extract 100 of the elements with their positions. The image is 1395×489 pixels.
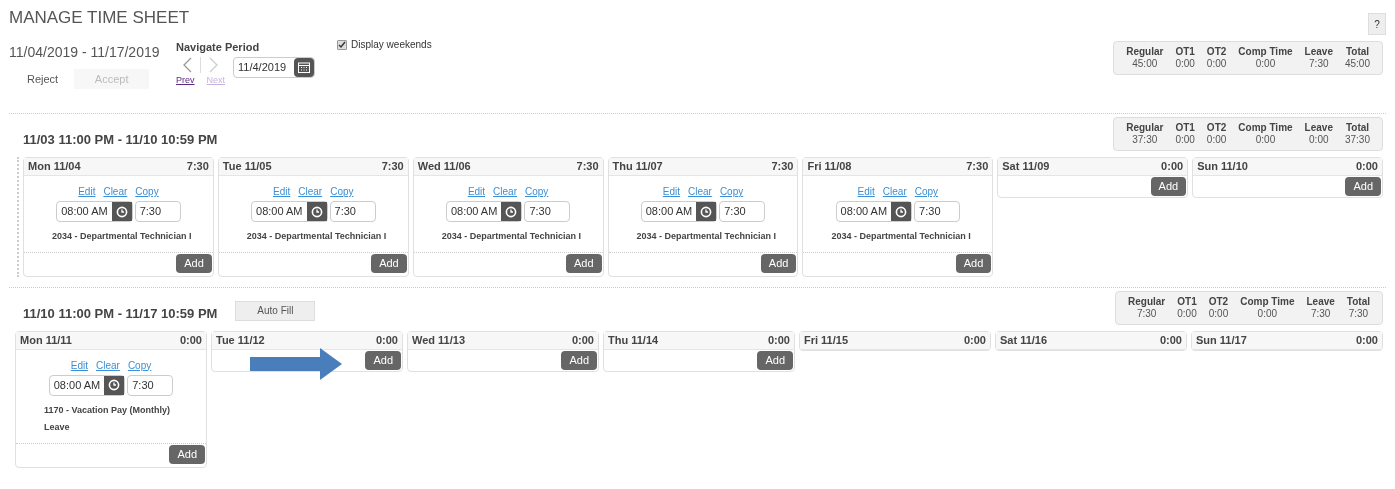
totals-value: 0:00: [1208, 307, 1229, 320]
day-label: Wed 11/13: [412, 332, 465, 348]
hours-field[interactable]: 7:30: [329, 201, 376, 222]
auto-fill-button[interactable]: Auto Fill: [235, 300, 316, 321]
day-label: Sat 11/09: [1002, 159, 1050, 175]
day-label: Thu 11/07: [612, 159, 663, 175]
totals-value: 37:30: [1344, 134, 1370, 146]
day-total: 7:30: [771, 159, 794, 175]
add-button[interactable]: Add: [169, 444, 205, 464]
hours-field[interactable]: 7:30: [134, 201, 181, 222]
add-button[interactable]: Add: [1150, 177, 1187, 196]
entry-link[interactable]: Copy: [135, 184, 159, 199]
day-total: 7:30: [186, 159, 209, 175]
totals-value: 7:30: [1309, 58, 1329, 70]
entry-link[interactable]: Copy: [719, 184, 744, 199]
totals-value: 45:00: [1132, 58, 1158, 70]
entry-detail: 2034 - Departmental Technician I: [441, 230, 582, 243]
totals-label: Leave: [1306, 295, 1335, 308]
add-button[interactable]: Add: [955, 253, 992, 273]
action-button[interactable]: Reject: [19, 69, 67, 89]
start-time-field[interactable]: 08:00 AM: [835, 201, 913, 222]
hours-field[interactable]: 7:30: [524, 201, 571, 222]
prev-link[interactable]: Prev: [176, 73, 195, 87]
add-button[interactable]: Add: [566, 253, 602, 273]
entry-link[interactable]: Edit: [70, 357, 88, 373]
day-label: Tue 11/12: [216, 332, 265, 348]
entry-link[interactable]: Edit: [662, 184, 680, 199]
add-button[interactable]: Add: [561, 350, 597, 370]
totals-label: Total: [1345, 46, 1370, 58]
day-label: Sun 11/10: [1197, 159, 1248, 175]
start-time-field[interactable]: 08:00 AM: [48, 374, 126, 396]
entry-link[interactable]: Clear: [298, 184, 323, 199]
day-total: 7:30: [576, 159, 599, 175]
entry-detail: 2034 - Departmental Technician I: [52, 230, 192, 243]
day-label: Thu 11/14: [608, 332, 659, 348]
totals-label: Regular: [1126, 122, 1164, 134]
start-time-field[interactable]: 08:00 AM: [445, 201, 523, 222]
add-button[interactable]: Add: [1345, 177, 1381, 196]
day-label: Tue 11/05: [222, 159, 272, 175]
entry-link[interactable]: Clear: [103, 184, 128, 199]
entry-link[interactable]: Edit: [78, 184, 96, 199]
entry-detail: 2034 - Departmental Technician I: [636, 230, 776, 243]
date-field[interactable]: 11/4/2019: [233, 56, 316, 78]
add-button[interactable]: Add: [757, 350, 793, 370]
add-button[interactable]: Add: [176, 253, 212, 273]
totals-label: OT1: [1177, 295, 1197, 308]
navigate-label: Navigate Period: [176, 40, 261, 55]
clock-icon[interactable]: [306, 202, 327, 221]
totals-value: 0:00: [1309, 134, 1329, 146]
clock-icon[interactable]: [696, 202, 717, 221]
entry-link[interactable]: Edit: [467, 184, 486, 199]
help-button[interactable]: ?: [1368, 13, 1386, 35]
weekends-checkbox[interactable]: [337, 39, 348, 50]
day-total: 0:00: [767, 332, 790, 348]
day-label: Wed 11/06: [417, 159, 471, 175]
entry-link[interactable]: Copy: [914, 184, 939, 199]
weekends-label: Display weekends: [351, 38, 432, 52]
entry-link[interactable]: Clear: [96, 357, 120, 373]
entry-detail: 1170 - Vacation Pay (Monthly): [44, 403, 171, 417]
clock-icon[interactable]: [104, 375, 125, 395]
entry-link[interactable]: Copy: [127, 357, 152, 373]
entry-detail: Leave: [44, 421, 71, 434]
totals-value: 7:30: [1136, 307, 1157, 320]
hours-field[interactable]: 7:30: [719, 201, 766, 222]
calendar-icon[interactable]: [294, 57, 315, 77]
totals-value: 0:00: [1255, 134, 1276, 146]
day-label: Mon 11/04: [28, 159, 81, 175]
day-total: 0:00: [375, 332, 398, 348]
entry-link[interactable]: Clear: [687, 184, 712, 199]
entry-link[interactable]: Edit: [273, 184, 291, 199]
entry-link[interactable]: Copy: [330, 184, 354, 199]
totals-value: 37:30: [1132, 134, 1158, 146]
day-label: Sat 11/16: [1000, 332, 1048, 348]
start-time-field[interactable]: 08:00 AM: [56, 201, 133, 222]
totals-value: 0:00: [1255, 58, 1276, 70]
start-time-field[interactable]: 08:00 AM: [640, 201, 718, 222]
start-time-field[interactable]: 08:00 AM: [251, 201, 328, 222]
week-range: 11/03 11:00 PM - 11/10 10:59 PM: [23, 131, 218, 150]
add-button[interactable]: Add: [760, 253, 797, 273]
add-button[interactable]: Add: [371, 253, 407, 273]
totals-value: 7:30: [1348, 307, 1369, 320]
hours-field[interactable]: 7:30: [127, 374, 174, 396]
clock-icon[interactable]: [891, 202, 912, 221]
totals-value: 0:00: [1175, 58, 1195, 70]
hours-field[interactable]: 7:30: [914, 201, 961, 222]
entry-link[interactable]: Clear: [493, 184, 517, 199]
totals-value: 0:00: [1206, 134, 1227, 146]
totals-label: Regular: [1128, 295, 1166, 308]
entry-link[interactable]: Copy: [525, 184, 549, 199]
entry-link[interactable]: Clear: [882, 184, 907, 199]
clock-icon[interactable]: [501, 202, 522, 221]
day-total: 0:00: [179, 332, 202, 348]
totals-label: Comp Time: [1238, 122, 1293, 134]
period-range: 11/04/2019 - 11/17/2019: [9, 43, 161, 62]
entry-link[interactable]: Edit: [857, 184, 875, 199]
clock-icon[interactable]: [111, 202, 132, 221]
totals-value: 7:30: [1310, 307, 1331, 320]
totals-label: Leave: [1304, 122, 1333, 134]
day-label: Fri 11/08: [807, 159, 852, 175]
add-button[interactable]: Add: [365, 350, 401, 370]
